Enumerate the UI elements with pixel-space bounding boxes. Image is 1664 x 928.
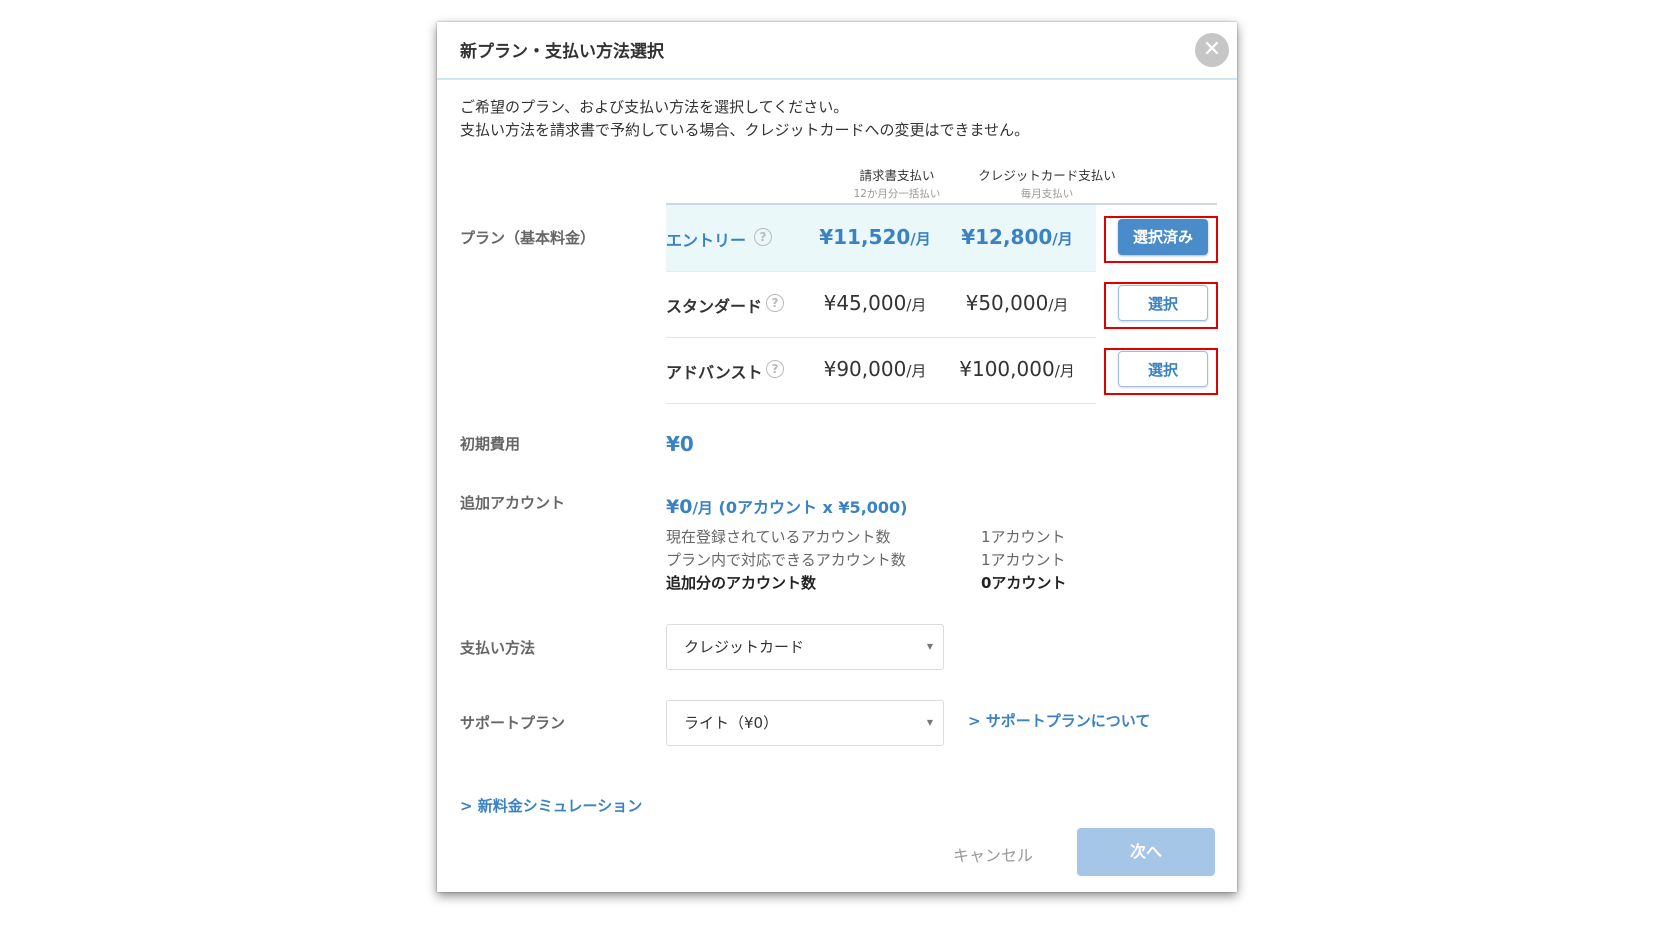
plan-row-entry: エントリー ? ¥11,520/月 ¥12,800/月 [666,205,1096,272]
column-header-invoice-label: 請求書支払い [859,168,935,183]
plan-name-standard: スタンダード [666,297,763,316]
support-plan-value: ライト（¥0） [684,714,779,732]
plan-card-price-standard: ¥50,000/月 [947,291,1087,315]
plan-name-entry: エントリー [666,231,747,250]
price-unit: /月 [906,296,927,314]
additional-amount-unit: /月 [692,499,713,517]
account-row-value: 1アカウント [981,551,1066,569]
plan-card-price-entry: ¥12,800/月 [947,225,1087,249]
plan-invoice-price-advanced: ¥90,000/月 [805,357,945,381]
account-row-label: プラン内で対応できるアカウント数 [666,551,906,569]
account-row-value: 0アカウント [981,574,1067,592]
initial-fee-value: ¥0 [666,432,694,456]
additional-accounts-label: 追加アカウント [460,494,566,512]
column-header-invoice-sub: 12か月分一括払い [853,188,941,200]
modal-title: 新プラン・支払い方法選択 [460,42,664,62]
plan-row-advanced: アドバンスト ? ¥90,000/月 ¥100,000/月 [666,337,1096,404]
payment-method-label: 支払い方法 [460,639,536,657]
plan-section-label: プラン（基本料金） [460,229,596,247]
plan-invoice-price-standard: ¥45,000/月 [805,291,945,315]
help-icon[interactable]: ? [766,360,784,378]
price-unit: /月 [1052,230,1073,248]
plan-selection-modal: 新プラン・支払い方法選択 ✕ ご希望のプラン、および支払い方法を選択してください… [437,22,1237,892]
plan-card-price-advanced: ¥100,000/月 [947,357,1087,381]
price-unit: /月 [910,230,931,248]
intro-text-line1: ご希望のプラン、および支払い方法を選択してください。 [460,98,849,116]
highlight-box [1104,216,1218,263]
highlight-box [1104,282,1218,329]
chevron-down-icon: ▼ [926,642,933,651]
intro-text-line2: 支払い方法を請求書で予約している場合、クレジットカードへの変更はできません。 [460,121,1030,139]
close-icon[interactable]: ✕ [1195,33,1229,67]
column-header-invoice: 請求書支払い 12か月分一括払い [827,165,967,201]
price-value: ¥45,000 [823,291,907,315]
payment-method-select[interactable]: クレジットカード ▼ [666,624,944,670]
support-plan-link[interactable]: > サポートプランについて [968,710,1150,731]
column-header-card-label: クレジットカード支払い [978,168,1116,183]
price-unit: /月 [1054,362,1075,380]
plan-invoice-price-entry: ¥11,520/月 [805,225,945,249]
plan-name-advanced: アドバンスト [666,363,763,382]
additional-amount-value: ¥0 [666,496,693,518]
simulation-link[interactable]: > 新料金シミュレーション [460,795,642,816]
price-value: ¥50,000 [965,291,1049,315]
account-row-value: 1アカウント [981,528,1066,546]
price-value: ¥11,520 [819,225,911,249]
price-unit: /月 [1048,296,1069,314]
additional-accounts-amount: ¥0/月 (0アカウント x ¥5,000) [666,494,907,518]
account-row-label: 現在登録されているアカウント数 [666,528,891,546]
account-row-label: 追加分のアカウント数 [666,574,817,592]
price-value: ¥12,800 [961,225,1053,249]
plan-row-standard: スタンダード ? ¥45,000/月 ¥50,000/月 [666,271,1096,338]
column-header-card-sub: 毎月支払い [1020,188,1074,200]
additional-amount-detail: (0アカウント x ¥5,000) [718,498,908,517]
help-icon[interactable]: ? [754,228,772,246]
chevron-down-icon: ▼ [926,718,933,727]
support-plan-select[interactable]: ライト（¥0） ▼ [666,700,944,746]
modal-header: 新プラン・支払い方法選択 ✕ [437,22,1237,80]
highlight-box [1104,348,1218,395]
column-header-card: クレジットカード支払い 毎月支払い [957,165,1137,201]
cancel-button[interactable]: キャンセル [953,842,1033,866]
initial-fee-label: 初期費用 [460,435,521,453]
price-value: ¥90,000 [823,357,907,381]
next-button[interactable]: 次へ [1077,828,1215,876]
payment-method-value: クレジットカード [684,638,805,656]
price-value: ¥100,000 [959,357,1055,381]
help-icon[interactable]: ? [766,294,784,312]
price-unit: /月 [906,362,927,380]
support-plan-label: サポートプラン [460,714,566,732]
